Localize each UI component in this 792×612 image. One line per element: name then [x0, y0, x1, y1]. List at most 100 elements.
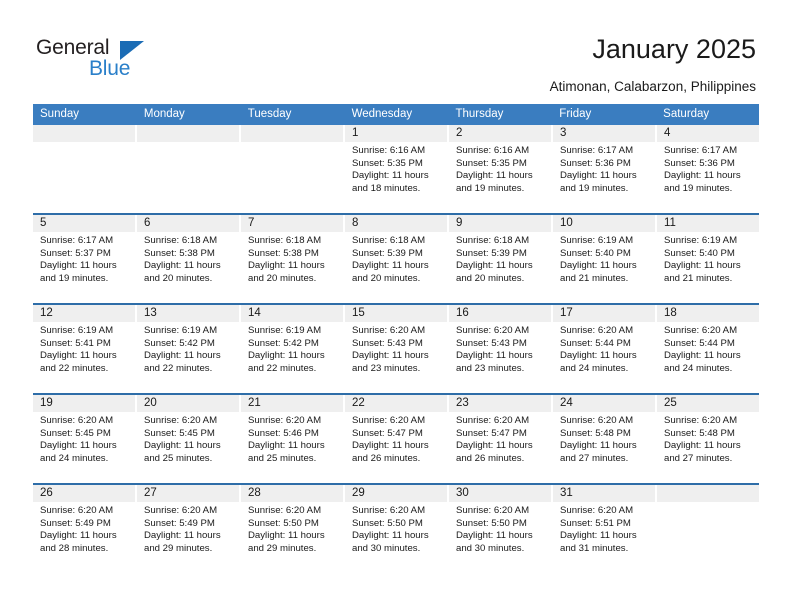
day-cell-20[interactable]: 20 Sunrise: 6:20 AM Sunset: 5:45 PM Dayligh…	[137, 395, 241, 483]
daylight-text: Daylight: 11 hours and 20 minutes.	[352, 260, 429, 284]
day-number: 5	[33, 215, 135, 232]
general-blue-logo[interactable]: General Blue	[36, 36, 166, 84]
sunrise-text: Sunrise: 6:19 AM	[144, 325, 218, 336]
day-number: 30	[449, 485, 551, 502]
daylight-text: Daylight: 11 hours and 25 minutes.	[144, 440, 221, 464]
daylight-text: Daylight: 11 hours and 31 minutes.	[560, 530, 637, 554]
day-number: 10	[553, 215, 655, 232]
day-cell-4[interactable]: 4 Sunrise: 6:17 AM Sunset: 5:36 PM Daylight…	[657, 125, 759, 213]
day-cell-30[interactable]: 30 Sunrise: 6:20 AM Sunset: 5:50 PM Dayligh…	[449, 485, 553, 573]
daylight-text: Daylight: 11 hours and 23 minutes.	[352, 350, 429, 374]
daylight-text: Daylight: 11 hours and 28 minutes.	[40, 530, 117, 554]
sunset-text: Sunset: 5:48 PM	[664, 427, 735, 439]
day-cell-16[interactable]: 16 Sunrise: 6:20 AM Sunset: 5:43 PM Dayligh…	[449, 305, 553, 393]
day-cell-21[interactable]: 21 Sunrise: 6:20 AM Sunset: 5:46 PM Dayligh…	[241, 395, 345, 483]
daylight-text: Daylight: 11 hours and 19 minutes.	[560, 170, 637, 194]
day-number: 6	[137, 215, 239, 232]
day-cell-1[interactable]: 1 Sunrise: 6:16 AM Sunset: 5:35 PM Daylight…	[345, 125, 449, 213]
day-cell-17[interactable]: 17 Sunrise: 6:20 AM Sunset: 5:44 PM Dayligh…	[553, 305, 657, 393]
sunrise-text: Sunrise: 6:16 AM	[456, 145, 530, 156]
day-info: Sunrise: 6:19 AM Sunset: 5:42 PM Daylight:…	[241, 322, 343, 375]
weekday-header-wednesday: Wednesday	[345, 104, 449, 125]
page-title: January 2025	[592, 34, 756, 64]
day-info: Sunrise: 6:20 AM Sunset: 5:50 PM Daylight:…	[449, 502, 551, 555]
sunset-text: Sunset: 5:48 PM	[560, 427, 631, 439]
sunrise-text: Sunrise: 6:20 AM	[664, 325, 738, 336]
calendar-week-row: 12 Sunrise: 6:19 AM Sunset: 5:41 PM Dayligh…	[33, 303, 759, 393]
day-cell-empty	[657, 485, 759, 573]
day-info: Sunrise: 6:20 AM Sunset: 5:45 PM Daylight:…	[137, 412, 239, 465]
day-info: Sunrise: 6:17 AM Sunset: 5:36 PM Daylight:…	[657, 142, 759, 195]
day-number: 23	[449, 395, 551, 412]
day-cell-5[interactable]: 5 Sunrise: 6:17 AM Sunset: 5:37 PM Daylight…	[33, 215, 137, 303]
daylight-text: Daylight: 11 hours and 27 minutes.	[664, 440, 741, 464]
day-cell-7[interactable]: 7 Sunrise: 6:18 AM Sunset: 5:38 PM Daylight…	[241, 215, 345, 303]
day-cell-29[interactable]: 29 Sunrise: 6:20 AM Sunset: 5:50 PM Dayligh…	[345, 485, 449, 573]
day-cell-empty	[33, 125, 137, 213]
day-cell-22[interactable]: 22 Sunrise: 6:20 AM Sunset: 5:47 PM Dayligh…	[345, 395, 449, 483]
day-cell-2[interactable]: 2 Sunrise: 6:16 AM Sunset: 5:35 PM Daylight…	[449, 125, 553, 213]
day-cell-10[interactable]: 10 Sunrise: 6:19 AM Sunset: 5:40 PM Dayligh…	[553, 215, 657, 303]
day-cell-3[interactable]: 3 Sunrise: 6:17 AM Sunset: 5:36 PM Daylight…	[553, 125, 657, 213]
day-number: 18	[657, 305, 759, 322]
day-info: Sunrise: 6:20 AM Sunset: 5:49 PM Daylight:…	[33, 502, 135, 555]
sunset-text: Sunset: 5:35 PM	[352, 157, 423, 169]
day-info: Sunrise: 6:20 AM Sunset: 5:50 PM Daylight:…	[241, 502, 343, 555]
day-cell-14[interactable]: 14 Sunrise: 6:19 AM Sunset: 5:42 PM Dayligh…	[241, 305, 345, 393]
daylight-text: Daylight: 11 hours and 24 minutes.	[664, 350, 741, 374]
day-cell-26[interactable]: 26 Sunrise: 6:20 AM Sunset: 5:49 PM Dayligh…	[33, 485, 137, 573]
day-info: Sunrise: 6:20 AM Sunset: 5:45 PM Daylight:…	[33, 412, 135, 465]
day-number: 22	[345, 395, 447, 412]
day-cell-8[interactable]: 8 Sunrise: 6:18 AM Sunset: 5:39 PM Daylight…	[345, 215, 449, 303]
day-cell-19[interactable]: 19 Sunrise: 6:20 AM Sunset: 5:45 PM Dayligh…	[33, 395, 137, 483]
day-number	[137, 125, 239, 142]
daylight-text: Daylight: 11 hours and 19 minutes.	[456, 170, 533, 194]
day-cell-18[interactable]: 18 Sunrise: 6:20 AM Sunset: 5:44 PM Dayligh…	[657, 305, 759, 393]
day-info: Sunrise: 6:18 AM Sunset: 5:38 PM Daylight:…	[241, 232, 343, 285]
sunset-text: Sunset: 5:41 PM	[40, 337, 111, 349]
weekday-header-tuesday: Tuesday	[241, 104, 345, 125]
day-cell-25[interactable]: 25 Sunrise: 6:20 AM Sunset: 5:48 PM Dayligh…	[657, 395, 759, 483]
day-number: 13	[137, 305, 239, 322]
weekday-header-saturday: Saturday	[663, 108, 710, 120]
day-cell-12[interactable]: 12 Sunrise: 6:19 AM Sunset: 5:41 PM Dayligh…	[33, 305, 137, 393]
day-cell-13[interactable]: 13 Sunrise: 6:19 AM Sunset: 5:42 PM Dayligh…	[137, 305, 241, 393]
day-cell-11[interactable]: 11 Sunrise: 6:19 AM Sunset: 5:40 PM Dayligh…	[657, 215, 759, 303]
day-cell-24[interactable]: 24 Sunrise: 6:20 AM Sunset: 5:48 PM Dayligh…	[553, 395, 657, 483]
sunrise-text: Sunrise: 6:17 AM	[560, 145, 634, 156]
daylight-text: Daylight: 11 hours and 23 minutes.	[456, 350, 533, 374]
day-cell-6[interactable]: 6 Sunrise: 6:18 AM Sunset: 5:38 PM Daylight…	[137, 215, 241, 303]
day-cell-23[interactable]: 23 Sunrise: 6:20 AM Sunset: 5:47 PM Dayligh…	[449, 395, 553, 483]
daylight-text: Daylight: 11 hours and 19 minutes.	[664, 170, 741, 194]
sunrise-text: Sunrise: 6:20 AM	[456, 505, 530, 516]
sunset-text: Sunset: 5:43 PM	[456, 337, 527, 349]
day-number: 8	[345, 215, 447, 232]
sunset-text: Sunset: 5:42 PM	[248, 337, 319, 349]
day-info: Sunrise: 6:19 AM Sunset: 5:40 PM Daylight:…	[553, 232, 655, 285]
sunset-text: Sunset: 5:40 PM	[560, 247, 631, 259]
sunrise-text: Sunrise: 6:16 AM	[352, 145, 426, 156]
calendar-page: General Blue January 2025 Atimonan, Cala…	[0, 0, 792, 612]
day-cell-31[interactable]: 31 Sunrise: 6:20 AM Sunset: 5:51 PM Dayligh…	[553, 485, 657, 573]
daylight-text: Daylight: 11 hours and 22 minutes.	[248, 350, 325, 374]
weekday-header-row: Sunday Monday Tuesday Wednesday Thursday Frid…	[33, 104, 759, 125]
sunset-text: Sunset: 5:39 PM	[456, 247, 527, 259]
day-cell-27[interactable]: 27 Sunrise: 6:20 AM Sunset: 5:49 PM Dayligh…	[137, 485, 241, 573]
day-number: 3	[553, 125, 655, 142]
sunrise-text: Sunrise: 6:19 AM	[40, 325, 114, 336]
sunset-text: Sunset: 5:38 PM	[144, 247, 215, 259]
day-cell-9[interactable]: 9 Sunrise: 6:18 AM Sunset: 5:39 PM Daylight…	[449, 215, 553, 303]
day-number: 21	[241, 395, 343, 412]
day-cell-15[interactable]: 15 Sunrise: 6:20 AM Sunset: 5:43 PM Dayligh…	[345, 305, 449, 393]
day-info: Sunrise: 6:20 AM Sunset: 5:43 PM Daylight:…	[449, 322, 551, 375]
sunrise-text: Sunrise: 6:19 AM	[664, 235, 738, 246]
day-number: 12	[33, 305, 135, 322]
sunrise-text: Sunrise: 6:20 AM	[144, 505, 218, 516]
day-number: 7	[241, 215, 343, 232]
day-cell-28[interactable]: 28 Sunrise: 6:20 AM Sunset: 5:50 PM Dayligh…	[241, 485, 345, 573]
day-number: 4	[657, 125, 759, 142]
day-info: Sunrise: 6:18 AM Sunset: 5:38 PM Daylight:…	[137, 232, 239, 285]
sunset-text: Sunset: 5:50 PM	[352, 517, 423, 529]
page-subtitle: Atimonan, Calabarzon, Philippines	[549, 79, 756, 94]
day-info: Sunrise: 6:19 AM Sunset: 5:41 PM Daylight:…	[33, 322, 135, 375]
